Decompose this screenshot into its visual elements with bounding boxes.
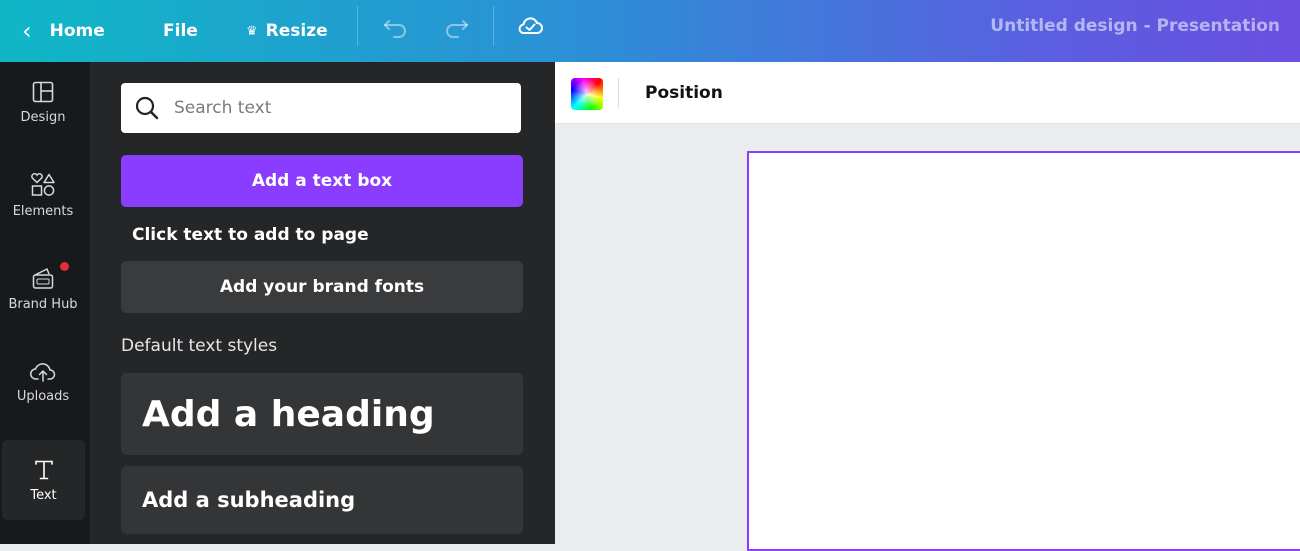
document-title[interactable]: Untitled design - Presentation [990, 0, 1280, 52]
chevron-left-icon: ‹ [22, 17, 32, 45]
rail-item-label: Uploads [16, 388, 70, 404]
rail-item-brand-hub[interactable]: Brand Hub [0, 248, 86, 328]
add-text-box-button[interactable]: Add a text box [121, 155, 523, 207]
position-button[interactable]: Position [645, 62, 723, 124]
undo-button[interactable] [380, 10, 412, 42]
brand-hub-icon [32, 267, 54, 289]
layout-icon [32, 81, 54, 102]
rail-item-elements[interactable]: Elements [0, 155, 86, 235]
divider [357, 6, 358, 46]
save-status-button[interactable] [514, 9, 546, 41]
resize-label: Resize [265, 21, 328, 41]
rail-item-text[interactable]: Text [2, 440, 85, 520]
file-label: File [163, 21, 198, 41]
rail-item-design[interactable]: Design [0, 62, 86, 142]
add-heading-button[interactable]: Add a heading [121, 373, 523, 455]
rail-item-uploads[interactable]: Uploads [0, 341, 86, 421]
rail-item-label: Text [30, 487, 57, 503]
text-icon [34, 460, 53, 479]
rail-item-label: Brand Hub [8, 296, 78, 312]
redo-button[interactable] [440, 10, 472, 42]
top-bar: ‹ Home File ♛ Resize Untitled design - P… [0, 0, 1300, 62]
file-menu[interactable]: File [163, 0, 198, 62]
search-box[interactable] [121, 83, 521, 133]
cloud-upload-icon [30, 362, 56, 382]
divider [618, 78, 619, 108]
add-brand-fonts-button[interactable]: Add your brand fonts [121, 261, 523, 313]
redo-icon [446, 20, 468, 38]
add-subheading-button[interactable]: Add a subheading [121, 466, 523, 534]
canvas-area [555, 124, 1300, 551]
home-label: Home [49, 21, 105, 41]
shapes-icon [31, 172, 55, 196]
crown-icon: ♛ [246, 23, 258, 39]
design-page[interactable] [747, 151, 1300, 551]
divider [493, 6, 494, 46]
search-icon [135, 96, 159, 120]
color-picker-button[interactable] [571, 78, 603, 110]
cloud-check-icon [518, 17, 543, 34]
editor-toolbar: Position [555, 62, 1300, 124]
home-button[interactable]: ‹ Home [22, 0, 105, 62]
rail-item-label: Design [20, 109, 66, 125]
search-input[interactable] [172, 97, 496, 119]
resize-button[interactable]: ♛ Resize [246, 0, 328, 62]
rail-item-label: Elements [12, 203, 74, 219]
left-rail: Design Elements Brand Hub Uploads Text [0, 62, 90, 544]
section-title: Default text styles [121, 336, 278, 356]
notification-dot [60, 262, 69, 271]
add-text-hint: Click text to add to page [132, 225, 369, 245]
undo-icon [384, 20, 406, 38]
text-panel: Add a text box Click text to add to page… [90, 62, 555, 544]
